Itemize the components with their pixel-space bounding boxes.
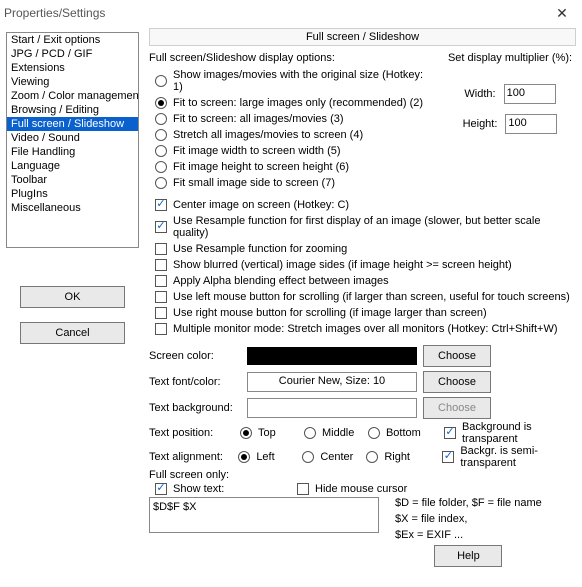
window-title: Properties/Settings: [4, 6, 105, 20]
radio-align-center[interactable]: [302, 451, 314, 463]
category-item[interactable]: Zoom / Color management: [7, 89, 138, 103]
category-item[interactable]: Toolbar: [7, 173, 138, 187]
screen-color-label: Screen color:: [149, 350, 241, 362]
height-label: Height:: [463, 118, 498, 130]
check-hide-cursor[interactable]: [297, 483, 309, 495]
check-bg-semi[interactable]: [442, 451, 454, 463]
help-button[interactable]: Help: [434, 545, 502, 567]
check-bg-transparent[interactable]: [444, 427, 456, 439]
check-resample-zoom[interactable]: [155, 243, 167, 255]
category-item[interactable]: JPG / PCD / GIF: [7, 47, 138, 61]
radio-pos-bottom[interactable]: [368, 427, 380, 439]
check-alpha[interactable]: [155, 275, 167, 287]
check-center[interactable]: [155, 199, 167, 211]
font-display: Courier New, Size: 10: [247, 372, 417, 392]
check-resample-first[interactable]: [155, 221, 167, 233]
text-bg-label: Text background:: [149, 402, 241, 414]
radio-align-right[interactable]: [366, 451, 378, 463]
text-alignment-label: Text alignment:: [149, 451, 230, 463]
radio-pos-top[interactable]: [240, 427, 252, 439]
choose-font-button[interactable]: Choose: [423, 371, 491, 393]
overlay-text-input[interactable]: [149, 497, 379, 533]
multiplier-label: Set display multiplier (%):: [444, 52, 576, 64]
category-item[interactable]: Browsing / Editing: [7, 103, 138, 117]
check-lmouse[interactable]: [155, 291, 167, 303]
radio-stretch[interactable]: [155, 129, 167, 141]
font-color-label: Text font/color:: [149, 376, 241, 388]
radio-align-left[interactable]: [238, 451, 250, 463]
check-multimon[interactable]: [155, 323, 167, 335]
radio-fit-width[interactable]: [155, 145, 167, 157]
height-input[interactable]: 100: [505, 114, 557, 134]
category-item[interactable]: Start / Exit options: [7, 33, 138, 47]
radio-fit-small-side[interactable]: [155, 177, 167, 189]
legend-line: $D = file folder, $F = file name: [395, 497, 542, 509]
text-position-label: Text position:: [149, 427, 232, 439]
radio-fit-large[interactable]: [155, 97, 167, 109]
category-item[interactable]: Viewing: [7, 75, 138, 89]
check-blurred[interactable]: [155, 259, 167, 271]
width-label: Width:: [464, 88, 495, 100]
width-input[interactable]: 100: [504, 84, 556, 104]
category-item[interactable]: Video / Sound: [7, 131, 138, 145]
category-item[interactable]: File Handling: [7, 145, 138, 159]
category-item[interactable]: Extensions: [7, 61, 138, 75]
choose-screen-color-button[interactable]: Choose: [423, 345, 491, 367]
cancel-button[interactable]: Cancel: [20, 322, 125, 344]
display-options-label: Full screen/Slideshow display options:: [149, 52, 434, 64]
full-screen-only-label: Full screen only:: [149, 469, 576, 481]
choose-text-bg-button: Choose: [423, 397, 491, 419]
radio-pos-middle[interactable]: [304, 427, 316, 439]
radio-fit-height[interactable]: [155, 161, 167, 173]
category-item[interactable]: Language: [7, 159, 138, 173]
close-icon[interactable]: ✕: [542, 0, 582, 26]
screen-color-swatch: [247, 347, 417, 365]
category-item[interactable]: Miscellaneous: [7, 201, 138, 215]
category-item-selected[interactable]: Full screen / Slideshow: [7, 117, 138, 131]
page-title: Full screen / Slideshow: [149, 28, 576, 46]
legend-line: $X = file index,: [395, 513, 542, 525]
ok-button[interactable]: OK: [20, 286, 125, 308]
legend-line: $Ex = EXIF ...: [395, 529, 542, 541]
category-list[interactable]: Start / Exit options JPG / PCD / GIF Ext…: [6, 32, 139, 248]
check-rmouse[interactable]: [155, 307, 167, 319]
radio-original-size[interactable]: [155, 75, 167, 87]
category-item[interactable]: PlugIns: [7, 187, 138, 201]
check-show-text[interactable]: [155, 483, 167, 495]
radio-fit-all[interactable]: [155, 113, 167, 125]
text-bg-swatch: [247, 398, 417, 418]
